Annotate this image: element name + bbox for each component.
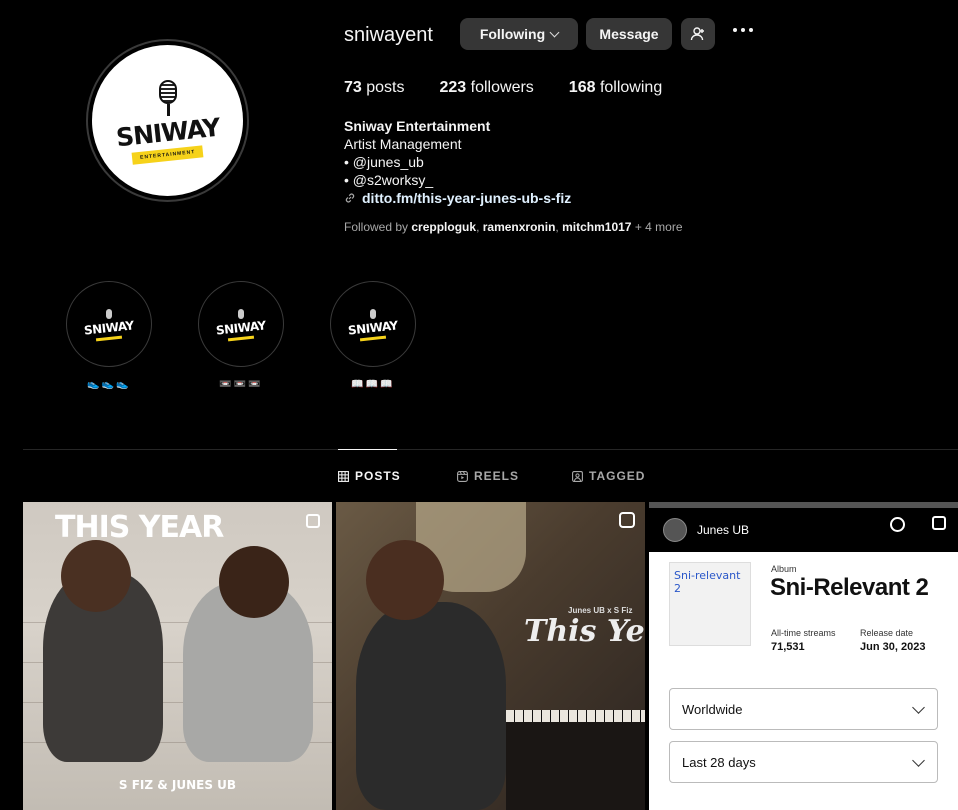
following-button-label: Following bbox=[479, 26, 546, 42]
more-options-icon[interactable] bbox=[733, 28, 753, 32]
highlight-label: 📼📼📼 bbox=[219, 379, 263, 390]
chevron-down-icon bbox=[912, 701, 925, 714]
tabs-divider bbox=[23, 449, 958, 450]
piano bbox=[506, 710, 645, 810]
profile-stats: 73 posts 223 followers 168 following bbox=[344, 79, 697, 97]
person-head bbox=[61, 540, 131, 612]
post-caption: S FIZ & JUNES UB bbox=[118, 778, 237, 792]
reel-icon bbox=[619, 512, 635, 528]
streams-label: All-time streams bbox=[771, 628, 836, 638]
tab-tagged-label: TAGGED bbox=[589, 469, 646, 483]
tab-posts-label: POSTS bbox=[355, 469, 401, 483]
message-button[interactable]: Message bbox=[586, 18, 672, 50]
post-title: This Ye bbox=[524, 614, 645, 649]
bio-line-2[interactable]: • @s2worksy_ bbox=[344, 171, 571, 189]
highlight-1[interactable]: SNIWAY 👟👟👟 bbox=[66, 281, 152, 390]
post-tile-2[interactable]: Junes UB x S Fiz This Ye bbox=[336, 502, 645, 810]
highlight-2[interactable]: SNIWAY 📼📼📼 bbox=[198, 281, 284, 390]
suggested-users-button[interactable] bbox=[681, 18, 715, 50]
following-stat[interactable]: 168 following bbox=[569, 79, 662, 97]
active-tab-indicator bbox=[338, 449, 397, 450]
bio-line-1[interactable]: • @junes_ub bbox=[344, 153, 571, 171]
highlight-3[interactable]: SNIWAY 📖📖📖 bbox=[330, 281, 416, 390]
piano-keys bbox=[506, 710, 645, 722]
artist-name: Junes UB bbox=[697, 523, 750, 537]
artist-header: Junes UB bbox=[649, 508, 958, 552]
reels-icon bbox=[457, 470, 468, 482]
add-user-icon bbox=[690, 27, 704, 41]
region-value: Worldwide bbox=[682, 701, 743, 717]
followers-stat[interactable]: 223 followers bbox=[440, 79, 534, 97]
chevron-down-icon bbox=[549, 27, 560, 37]
following-button[interactable]: Following bbox=[460, 18, 578, 50]
release-value: Jun 30, 2023 bbox=[860, 641, 926, 653]
person-head bbox=[366, 540, 444, 620]
logo-wordmark: SNIWAY bbox=[114, 112, 221, 153]
username: sniwayent bbox=[344, 24, 433, 46]
avatar bbox=[663, 518, 687, 542]
tab-tagged[interactable]: TAGGED bbox=[572, 469, 645, 483]
album-art: Sni-relevant 2 bbox=[669, 562, 751, 646]
album-label: Album bbox=[771, 564, 797, 574]
release-label: Release date bbox=[860, 628, 914, 638]
period-select: Last 28 days bbox=[669, 741, 938, 783]
highlight-cover: SNIWAY bbox=[198, 281, 284, 367]
highlight-label: 📖📖📖 bbox=[351, 379, 395, 390]
tab-reels-label: REELS bbox=[474, 469, 520, 483]
highlight-cover: SNIWAY bbox=[330, 281, 416, 367]
person-image bbox=[356, 602, 506, 810]
search-icon bbox=[890, 517, 905, 532]
message-button-label: Message bbox=[599, 26, 659, 42]
tab-posts[interactable]: POSTS bbox=[338, 469, 401, 483]
album-title: Sni-Relevant 2 bbox=[770, 574, 929, 601]
tab-reels[interactable]: REELS bbox=[457, 469, 519, 483]
grid-icon bbox=[338, 470, 349, 482]
link-icon bbox=[345, 193, 355, 203]
region-select: Worldwide bbox=[669, 688, 938, 730]
bio-link[interactable]: ditto.fm/this-year-junes-ub-s-fiz bbox=[344, 189, 571, 207]
album-art-text: Sni-relevant 2 bbox=[674, 569, 741, 595]
bio-link-text[interactable]: ditto.fm/this-year-junes-ub-s-fiz bbox=[362, 189, 571, 207]
post-tile-1[interactable]: THIS YEAR S FIZ & JUNES UB bbox=[23, 502, 332, 810]
streams-value: 71,531 bbox=[771, 641, 805, 653]
highlight-label: 👟👟👟 bbox=[87, 379, 131, 390]
carousel-icon bbox=[932, 516, 946, 530]
chevron-down-icon bbox=[912, 754, 925, 767]
post-tile-3[interactable]: Junes UB Sni-relevant 2 Album Sni-Releva… bbox=[649, 502, 958, 810]
microphone-icon bbox=[155, 80, 181, 118]
tagged-icon bbox=[572, 470, 583, 482]
carousel-icon bbox=[306, 514, 320, 528]
display-name: Sniway Entertainment bbox=[344, 118, 491, 134]
highlight-cover: SNIWAY bbox=[66, 281, 152, 367]
posts-stat: 73 posts bbox=[344, 79, 405, 96]
category: Artist Management bbox=[344, 136, 462, 152]
person-head bbox=[219, 546, 289, 618]
sniway-logo: SNIWAY ENTERTAINMENT bbox=[92, 45, 243, 196]
profile-bio: Sniway Entertainment Artist Management •… bbox=[344, 117, 571, 207]
period-value: Last 28 days bbox=[682, 754, 756, 770]
profile-avatar[interactable]: SNIWAY ENTERTAINMENT bbox=[86, 39, 249, 202]
post-title: THIS YEAR bbox=[55, 510, 224, 545]
followed-by[interactable]: Followed by crepploguk, ramenxronin, mit… bbox=[344, 220, 683, 234]
